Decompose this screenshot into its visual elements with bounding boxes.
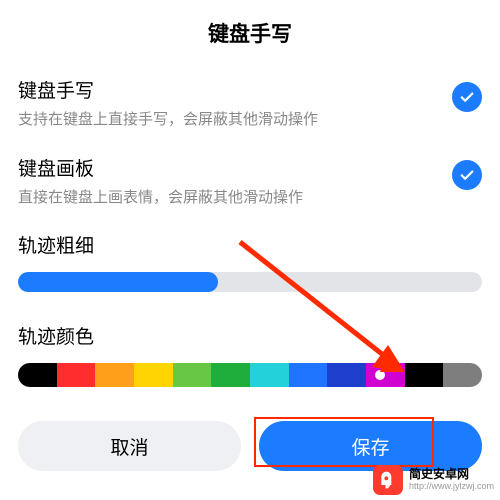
drawboard-desc: 直接在键盘上画表情，会屏蔽其他滑动操作 [18, 187, 452, 210]
section-drawboard: 键盘画板 直接在键盘上画表情，会屏蔽其他滑动操作 [0, 148, 500, 226]
color-swatch[interactable] [289, 363, 328, 387]
color-swatch[interactable] [18, 363, 57, 387]
check-icon [458, 88, 476, 106]
handwrite-desc: 支持在键盘上直接手写，会屏蔽其他滑动操作 [18, 109, 452, 132]
thickness-slider-wrap [0, 272, 500, 316]
save-button[interactable]: 保存 [259, 421, 482, 471]
watermark: 简史安卓网 http://www.jylzwj.com [373, 465, 494, 495]
color-slider-handle[interactable] [366, 363, 394, 387]
drawboard-toggle[interactable] [452, 160, 482, 190]
button-row: 取消 保存 [0, 411, 500, 471]
color-swatch[interactable] [327, 363, 366, 387]
section-handwrite: 键盘手写 支持在键盘上直接手写，会屏蔽其他滑动操作 [0, 70, 500, 148]
page-title: 键盘手写 [0, 0, 500, 70]
thickness-fill [18, 272, 218, 292]
color-swatch[interactable] [443, 363, 482, 387]
color-swatch[interactable] [173, 363, 212, 387]
color-swatch[interactable] [211, 363, 250, 387]
watermark-name: 简史安卓网 [409, 468, 494, 481]
handwrite-label: 键盘手写 [18, 76, 452, 103]
color-bar-wrap [0, 363, 500, 411]
check-icon [458, 166, 476, 184]
handwrite-toggle[interactable] [452, 82, 482, 112]
color-swatch[interactable] [57, 363, 96, 387]
color-swatch[interactable] [134, 363, 173, 387]
color-swatch[interactable] [250, 363, 289, 387]
cancel-button[interactable]: 取消 [18, 421, 241, 471]
watermark-url: http://www.jylzwj.com [409, 482, 494, 492]
watermark-badge-icon [373, 465, 403, 495]
thickness-slider[interactable] [18, 272, 482, 292]
color-label: 轨迹颜色 [0, 316, 500, 363]
color-swatch[interactable] [405, 363, 444, 387]
drawboard-label: 键盘画板 [18, 154, 452, 181]
color-swatch[interactable] [95, 363, 134, 387]
thickness-label: 轨迹粗细 [0, 225, 500, 272]
color-bar[interactable] [18, 363, 482, 387]
